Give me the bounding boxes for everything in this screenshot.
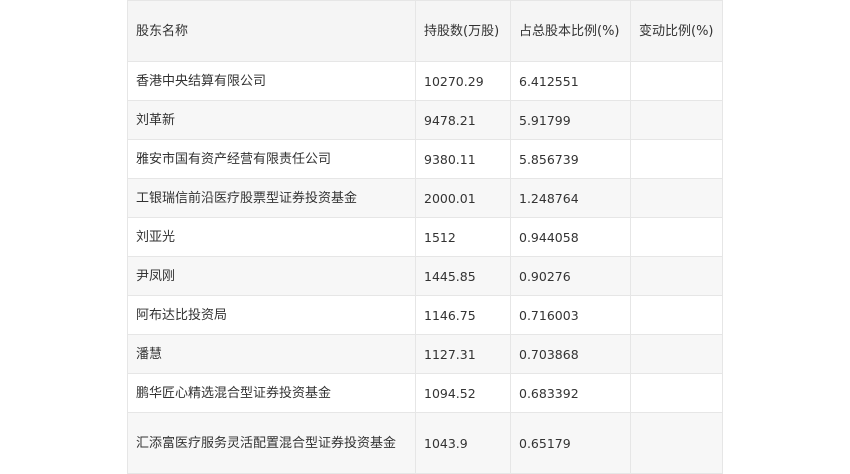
cell-shareholder-name: 汇添富医疗服务灵活配置混合型证券投资基金 bbox=[127, 412, 416, 474]
table-row: 刘亚光 1512 0.944058 bbox=[127, 217, 723, 257]
cell-shares: 1445.85 bbox=[415, 256, 511, 296]
cell-change bbox=[630, 412, 723, 474]
cell-change bbox=[630, 178, 723, 218]
header-shares: 持股数(万股) bbox=[415, 0, 511, 62]
shareholder-table-container: 股东名称 持股数(万股) 占总股本比例(%) 变动比例(%) 香港中央结算有限公… bbox=[127, 0, 723, 474]
header-row: 股东名称 持股数(万股) 占总股本比例(%) 变动比例(%) bbox=[127, 0, 723, 62]
cell-ratio: 0.703868 bbox=[510, 334, 631, 374]
table-row: 香港中央结算有限公司 10270.29 6.412551 bbox=[127, 61, 723, 101]
table-row: 潘慧 1127.31 0.703868 bbox=[127, 334, 723, 374]
cell-ratio: 0.65179 bbox=[510, 412, 631, 474]
table-row: 刘革新 9478.21 5.91799 bbox=[127, 100, 723, 140]
cell-ratio: 5.91799 bbox=[510, 100, 631, 140]
cell-shares: 9380.11 bbox=[415, 139, 511, 179]
table-row: 汇添富医疗服务灵活配置混合型证券投资基金 1043.9 0.65179 bbox=[127, 412, 723, 474]
table-header: 股东名称 持股数(万股) 占总股本比例(%) 变动比例(%) bbox=[127, 0, 723, 62]
cell-change bbox=[630, 61, 723, 101]
cell-shareholder-name: 尹凤刚 bbox=[127, 256, 416, 296]
cell-shareholder-name: 刘革新 bbox=[127, 100, 416, 140]
cell-ratio: 1.248764 bbox=[510, 178, 631, 218]
cell-ratio: 0.716003 bbox=[510, 295, 631, 335]
cell-change bbox=[630, 139, 723, 179]
cell-change bbox=[630, 256, 723, 296]
table-row: 尹凤刚 1445.85 0.90276 bbox=[127, 256, 723, 296]
header-change: 变动比例(%) bbox=[630, 0, 723, 62]
shareholder-table: 股东名称 持股数(万股) 占总股本比例(%) 变动比例(%) 香港中央结算有限公… bbox=[127, 0, 723, 474]
cell-ratio: 6.412551 bbox=[510, 61, 631, 101]
table-body: 香港中央结算有限公司 10270.29 6.412551 刘革新 9478.21… bbox=[127, 61, 723, 474]
cell-shareholder-name: 雅安市国有资产经营有限责任公司 bbox=[127, 139, 416, 179]
cell-shares: 1094.52 bbox=[415, 373, 511, 413]
cell-shareholder-name: 工银瑞信前沿医疗股票型证券投资基金 bbox=[127, 178, 416, 218]
cell-shareholder-name: 香港中央结算有限公司 bbox=[127, 61, 416, 101]
cell-shares: 1043.9 bbox=[415, 412, 511, 474]
cell-ratio: 0.683392 bbox=[510, 373, 631, 413]
cell-change bbox=[630, 373, 723, 413]
cell-shares: 1146.75 bbox=[415, 295, 511, 335]
cell-shares: 9478.21 bbox=[415, 100, 511, 140]
cell-shareholder-name: 阿布达比投资局 bbox=[127, 295, 416, 335]
cell-change bbox=[630, 295, 723, 335]
cell-shares: 10270.29 bbox=[415, 61, 511, 101]
cell-shares: 1127.31 bbox=[415, 334, 511, 374]
cell-shareholder-name: 鹏华匠心精选混合型证券投资基金 bbox=[127, 373, 416, 413]
table-row: 工银瑞信前沿医疗股票型证券投资基金 2000.01 1.248764 bbox=[127, 178, 723, 218]
cell-change bbox=[630, 334, 723, 374]
header-ratio: 占总股本比例(%) bbox=[510, 0, 631, 62]
table-row: 鹏华匠心精选混合型证券投资基金 1094.52 0.683392 bbox=[127, 373, 723, 413]
header-shareholder-name: 股东名称 bbox=[127, 0, 416, 62]
cell-change bbox=[630, 100, 723, 140]
cell-shareholder-name: 刘亚光 bbox=[127, 217, 416, 257]
table-row: 雅安市国有资产经营有限责任公司 9380.11 5.856739 bbox=[127, 139, 723, 179]
cell-ratio: 0.90276 bbox=[510, 256, 631, 296]
cell-shares: 2000.01 bbox=[415, 178, 511, 218]
cell-ratio: 5.856739 bbox=[510, 139, 631, 179]
cell-ratio: 0.944058 bbox=[510, 217, 631, 257]
cell-change bbox=[630, 217, 723, 257]
cell-shares: 1512 bbox=[415, 217, 511, 257]
cell-shareholder-name: 潘慧 bbox=[127, 334, 416, 374]
table-row: 阿布达比投资局 1146.75 0.716003 bbox=[127, 295, 723, 335]
